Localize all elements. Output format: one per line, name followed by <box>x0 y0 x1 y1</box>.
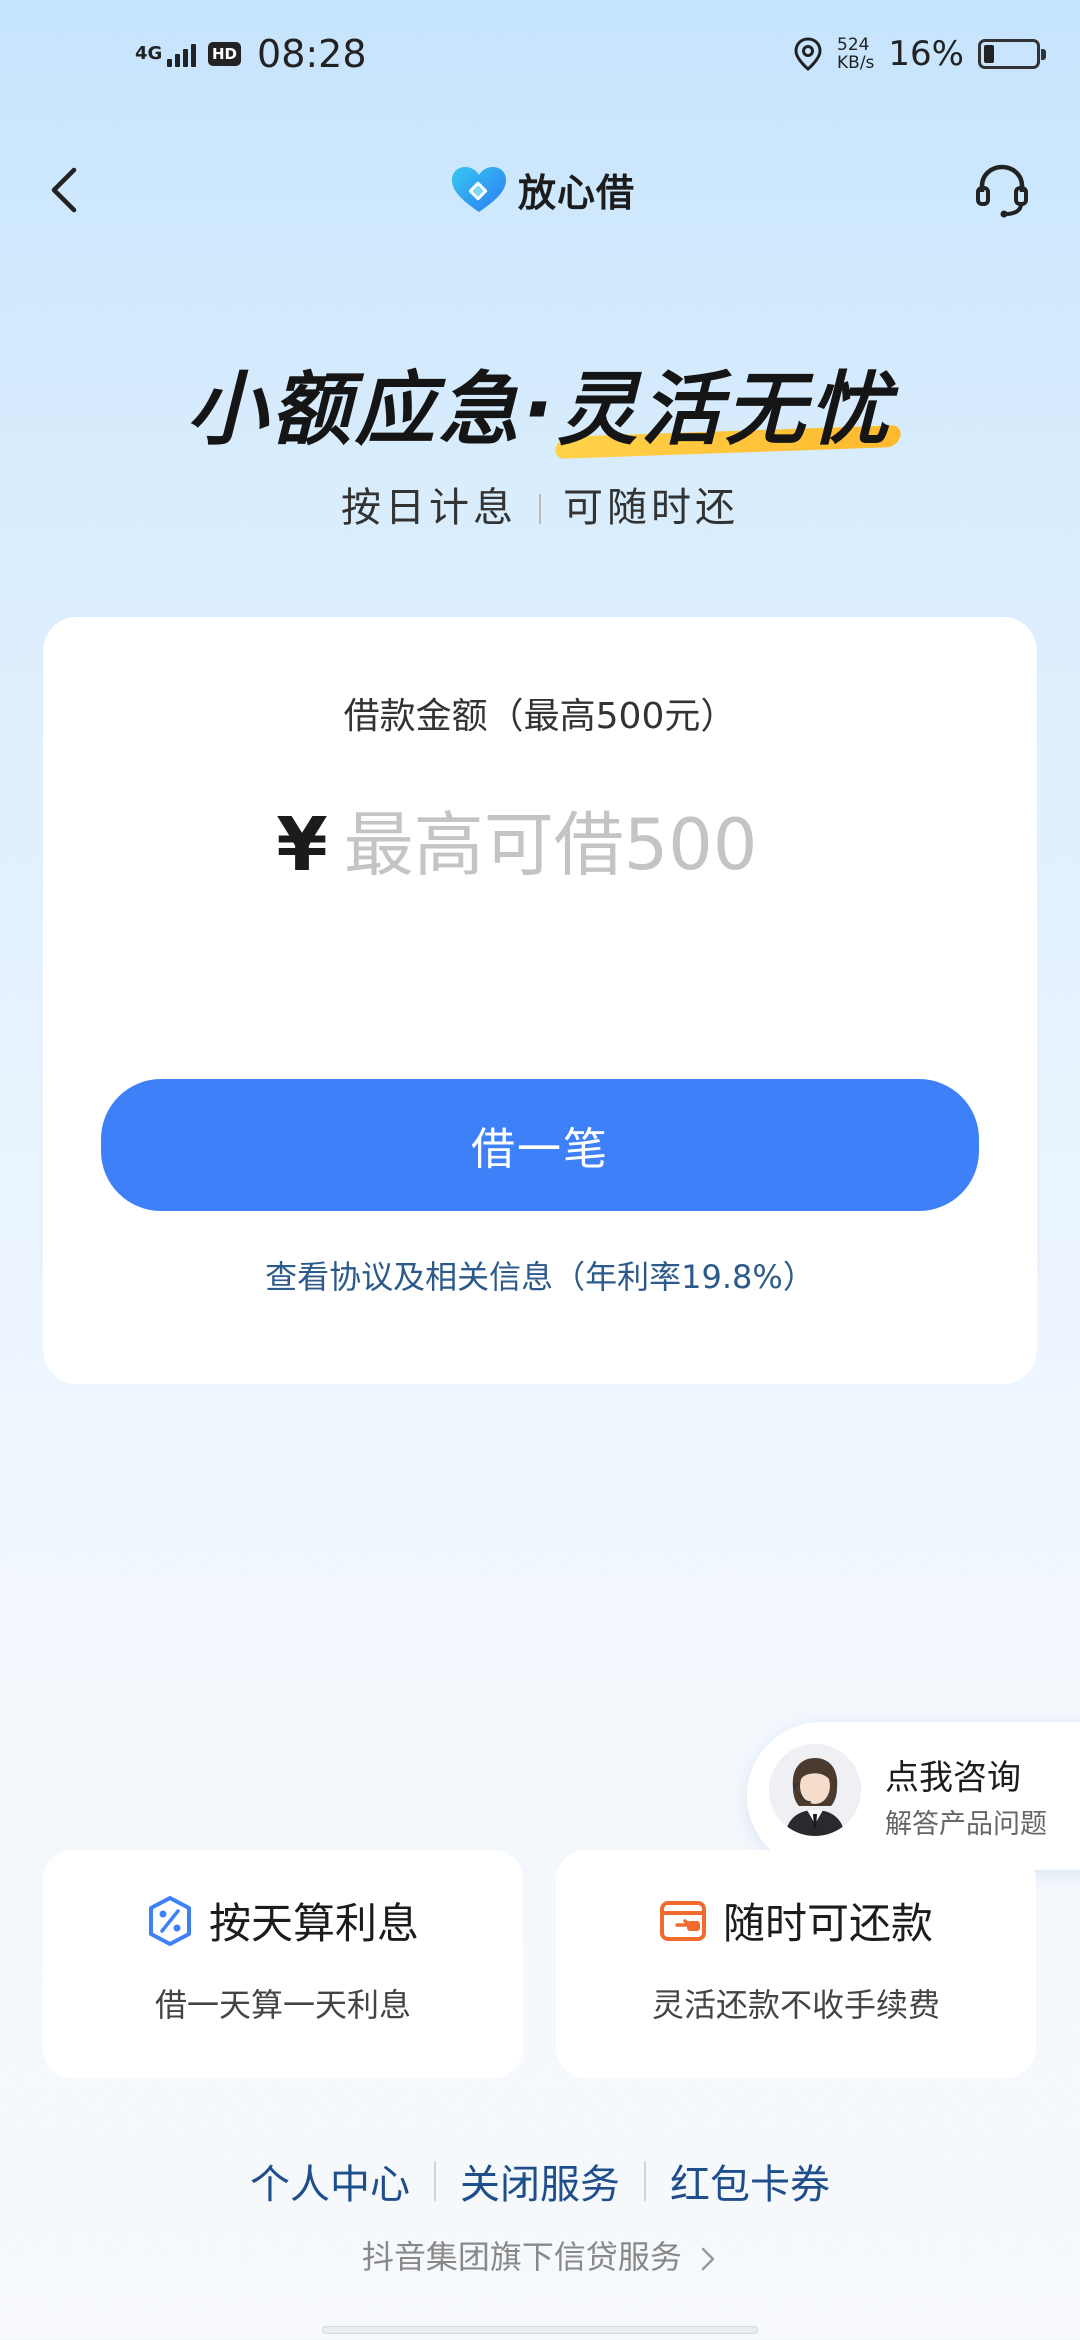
feature-desc: 借一天算一天利息 <box>154 1986 411 2024</box>
speed-unit: KB/s <box>837 53 875 73</box>
hero-title-part1: 小额应急· <box>186 363 558 456</box>
group-service-text: 抖音集团旗下信贷服务 <box>361 2238 682 2276</box>
location-icon <box>794 37 822 71</box>
hero-sub-divider <box>539 494 541 524</box>
bottom-links: 个人中心 关闭服务 红包卡券 <box>0 2152 1080 2210</box>
back-icon[interactable] <box>38 160 98 220</box>
coupons-link[interactable]: 红包卡券 <box>646 2152 854 2210</box>
feature-card-daily-interest: 按天算利息 借一天算一天利息 <box>43 1850 523 2078</box>
consult-title: 点我咨询 <box>885 1758 1021 1798</box>
amount-label: 借款金额（最高500元） <box>343 696 737 737</box>
status-bar: 4G HD 08:28 524 KB/s 16% <box>0 0 1080 120</box>
feature-title: 按天算利息 <box>208 1899 419 1948</box>
brand: 放心借 <box>450 162 635 217</box>
hero-subtitle: 按日计息 可随时还 <box>0 475 1080 533</box>
close-service-link[interactable]: 关闭服务 <box>436 2152 644 2210</box>
repay-card-icon <box>659 1900 706 1941</box>
status-time: 08:28 <box>257 32 367 76</box>
brand-name: 放心借 <box>518 171 636 215</box>
top-nav: 放心借 <box>0 150 1080 230</box>
status-right: 524 KB/s 16% <box>793 34 1046 74</box>
status-left: 4G HD 08:28 <box>135 32 367 76</box>
hd-badge: HD <box>208 42 242 66</box>
network-type: 4G <box>135 43 163 64</box>
feature-title: 随时可还款 <box>722 1899 933 1948</box>
group-service-link[interactable]: 抖音集团旗下信贷服务 <box>0 2232 1080 2278</box>
personal-center-link[interactable]: 个人中心 <box>226 2152 434 2210</box>
heart-logo-icon <box>452 166 506 212</box>
network-speed: 524 KB/s <box>837 36 874 72</box>
amount-row: ¥ <box>43 802 1037 888</box>
signal-icon <box>167 41 196 67</box>
customer-service-icon[interactable] <box>970 158 1034 222</box>
home-indicator[interactable] <box>322 2326 758 2334</box>
hero-title: 小额应急·灵活无忧 <box>0 345 1080 461</box>
battery-percent: 16% <box>888 34 964 74</box>
borrow-button[interactable]: 借一笔 <box>101 1079 979 1211</box>
hero-title-part2: 灵活无忧 <box>557 363 894 456</box>
hero-title-highlight: 灵活无忧 <box>557 345 893 461</box>
chevron-right-icon <box>701 2247 715 2271</box>
currency-symbol: ¥ <box>276 802 328 888</box>
consult-widget[interactable]: 点我咨询 解答产品问题 <box>747 1722 1080 1870</box>
agreement-link[interactable]: 查看协议及相关信息（年利率19.8%） <box>43 1252 1037 1298</box>
feature-head: 按天算利息 <box>43 1890 523 1951</box>
speed-value: 524 <box>837 35 870 55</box>
feature-desc: 灵活还款不收手续费 <box>651 1986 940 2024</box>
consult-subtitle: 解答产品问题 <box>885 1809 1047 1840</box>
amount-input[interactable] <box>343 804 804 886</box>
hero-sub-part2: 可随时还 <box>563 485 739 531</box>
loan-card: 借款金额（最高500元） ¥ 借一笔 查看协议及相关信息（年利率19.8%） <box>43 617 1037 1384</box>
percent-icon <box>148 1895 191 1946</box>
agent-avatar <box>769 1744 861 1836</box>
feature-head: 随时可还款 <box>556 1890 1036 1951</box>
hero-sub-part1: 按日计息 <box>341 485 517 531</box>
feature-card-repay-anytime: 随时可还款 灵活还款不收手续费 <box>556 1850 1036 2078</box>
battery-icon <box>978 39 1046 69</box>
